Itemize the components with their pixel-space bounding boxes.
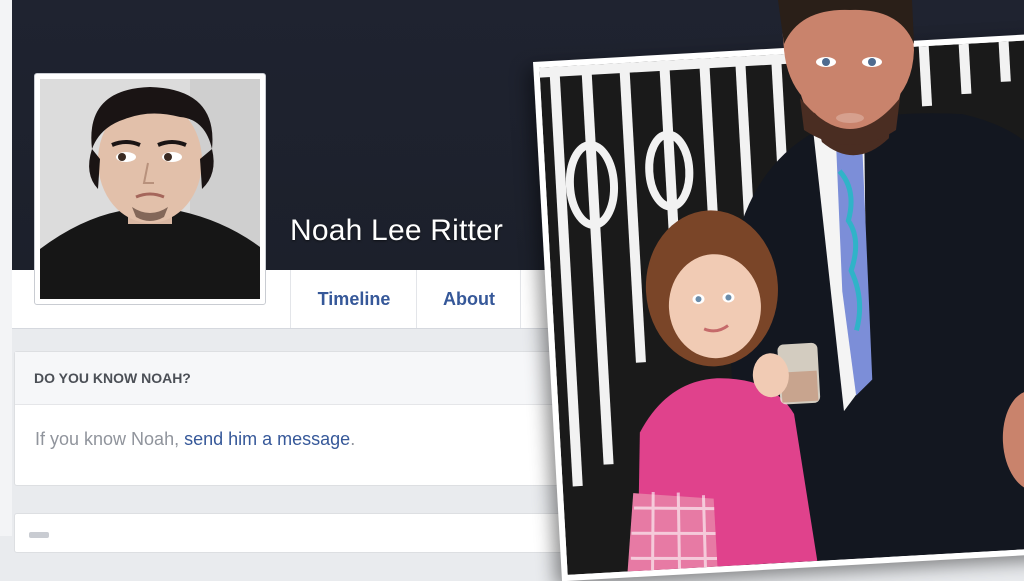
card-body: If you know Noah, send him a message. [15, 405, 573, 450]
overlay-photo-overflow [778, 0, 914, 145]
send-message-link[interactable]: send him a message [184, 429, 350, 449]
tab-timeline[interactable]: Timeline [290, 270, 417, 328]
card-body-prefix: If you know Noah, [35, 429, 185, 449]
card-header: DO YOU KNOW NOAH? [15, 352, 573, 405]
do-you-know-card: DO YOU KNOW NOAH? If you know Noah, send… [14, 351, 574, 486]
tab-about[interactable]: About [416, 270, 521, 328]
profile-photo-portrait [40, 79, 260, 299]
left-gutter [0, 0, 12, 536]
tab-divider [520, 270, 521, 328]
profile-name[interactable]: Noah Lee Ritter [290, 214, 503, 248]
profile-picture[interactable] [34, 73, 266, 305]
card-body-suffix: . [350, 429, 356, 449]
card-icon [29, 532, 49, 538]
next-card [14, 513, 574, 553]
